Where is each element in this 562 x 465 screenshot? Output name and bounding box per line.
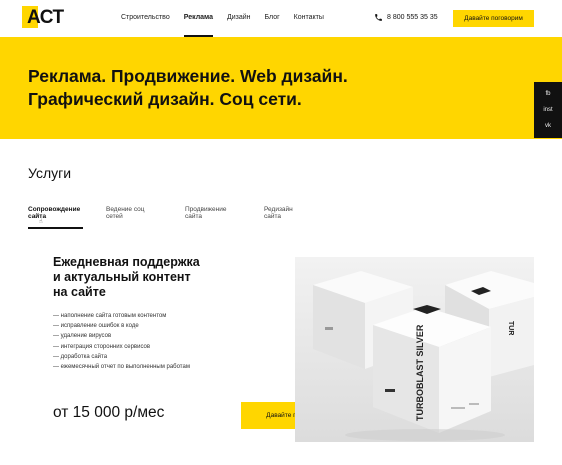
social-link-inst[interactable]: inst [543,107,552,113]
service-price: от 15 000 р/мес [53,404,165,421]
tab-label-line-1: Ведение соц [106,206,145,213]
social-link-vk[interactable]: vk [545,123,551,129]
tab-label-line-2: сайта [185,213,203,220]
feature-item: — наполнение сайта готовым контентом [53,313,167,319]
service-features-list: — наполнение сайта готовым контентом — и… [53,311,190,372]
phone-link[interactable]: 8 800 555 35 35 [374,13,438,22]
phone-icon [375,14,382,21]
nav-item-construction[interactable]: Строительство [121,14,170,21]
tab-label-line-1: Продвижение [185,206,227,213]
feature-item: — интеграция сторонних сервисов [53,343,151,350]
feature-item: — исправление ошибок в коде [53,323,139,330]
product-boxes-illustration: TUR TURBOBLAST SILVER [295,257,534,442]
feature-item: — удаление вирусов [53,333,112,340]
card-title-line-1: Ежедневная поддержка [53,255,200,269]
services-title: Услуги [28,165,72,181]
tab-label-line-2: сайта [264,213,282,220]
social-link-fb[interactable]: fb [545,91,550,97]
product-image: TUR TURBOBLAST SILVER [295,257,534,442]
card-title-line-3: на сайте [53,285,106,299]
tab-social-media[interactable]: Ведение соц сетей [106,206,176,220]
card-title-line-2: и актуальный контент [53,270,191,284]
product-label: TURBOBLAST SILVER [415,324,425,421]
nav-item-contacts[interactable]: Контакты [294,14,324,21]
tab-site-redesign[interactable]: Редизайн сайта [264,206,334,220]
hero-title: Реклама. Продвижение. Web дизайн. Графич… [28,65,448,111]
nav-item-blog[interactable]: Блог [265,14,280,21]
active-tab-indicator [28,227,83,229]
tab-label-line-2: сетей [106,213,123,220]
hero-title-line-1: Реклама. Продвижение. Web дизайн. [28,66,348,86]
logo-text: АСТ [27,7,64,28]
tab-label-line-1: Редизайн [264,206,293,213]
tab-site-promotion[interactable]: Продвижение сайта [185,206,255,220]
services-tabs: Сопровождение сайта Ведение соц сетей Пр… [28,206,362,230]
hero-banner: Реклама. Продвижение. Web дизайн. Графич… [0,37,562,139]
header-contact-button[interactable]: Давайте поговорим [453,10,534,27]
social-sidebar: fb inst vk [534,82,562,138]
feature-item: — доработка сайта [53,353,108,360]
site-header: АСТ Строительство Реклама Дизайн Блог Ко… [0,0,562,37]
main-nav: Строительство Реклама Дизайн Блог Контак… [121,14,338,37]
mouse-cursor-icon: ☝ [39,219,43,225]
feature-item: — ежемесячный отчет по выполненным работ… [53,364,190,371]
nav-item-design[interactable]: Дизайн [227,14,251,21]
hero-title-line-2: Графический дизайн. Соц сети. [28,89,302,109]
logo[interactable]: АСТ [22,6,64,28]
tab-label-line-1: Сопровождение [28,206,81,213]
nav-item-advertising[interactable]: Реклама [183,14,214,37]
svg-text:TUR: TUR [507,321,514,335]
phone-number: 8 800 555 35 35 [387,14,438,21]
service-card-title: Ежедневная поддержка и актуальный контен… [53,255,253,300]
